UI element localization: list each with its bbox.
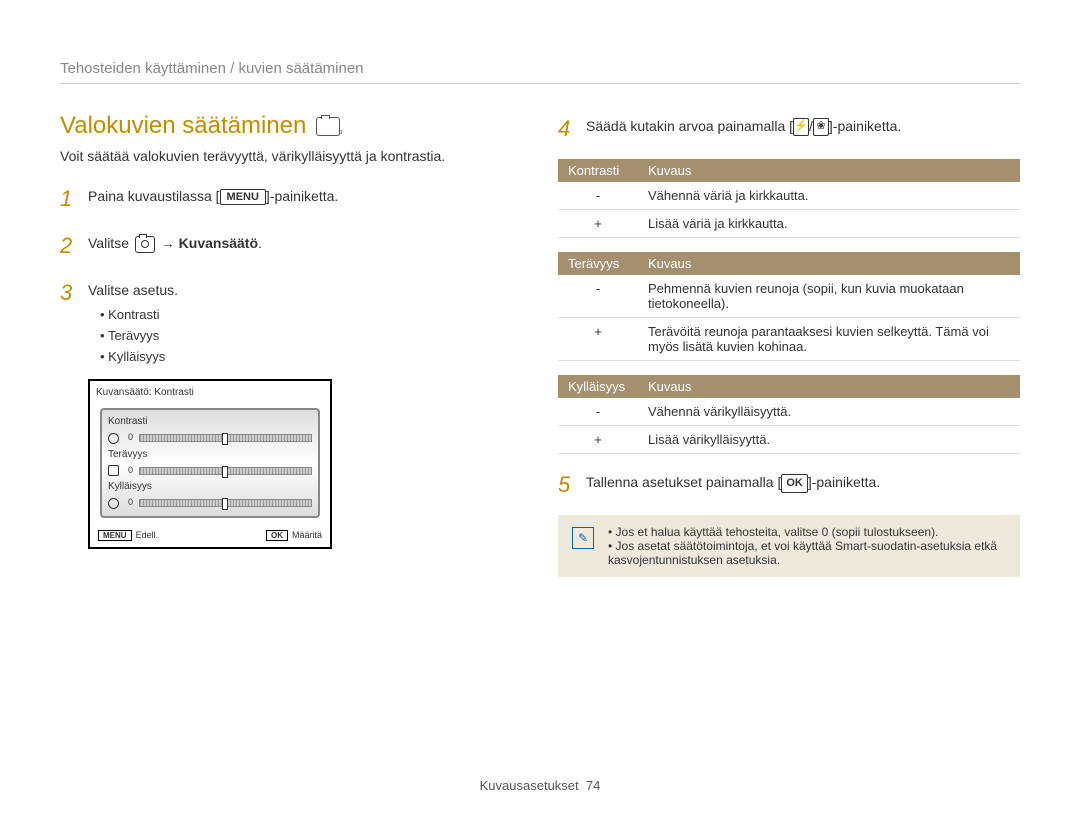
- step-3: 3 Valitse asetus. Kontrasti Terävyys Kyl…: [60, 276, 522, 549]
- arrow: →: [157, 235, 179, 251]
- step-text: Valitse: [88, 235, 133, 251]
- slider: [139, 467, 312, 475]
- desc: Vähennä väriä ja kirkkautta.: [638, 182, 1020, 210]
- th: Kuvaus: [638, 159, 1020, 182]
- slider-value: 0: [128, 496, 133, 510]
- step-number: 3: [60, 276, 76, 549]
- th: Kuvaus: [638, 252, 1020, 275]
- step-number: 2: [60, 229, 76, 262]
- slider-label: Terävyys: [108, 447, 312, 462]
- step-1: 1 Paina kuvaustilassa [MENU]-painiketta.: [60, 182, 522, 215]
- th: Kuvaus: [638, 375, 1020, 398]
- desc: Pehmennä kuvien reunoja (sopii, kun kuvi…: [638, 275, 1020, 318]
- step-text: Tallenna asetukset painamalla [: [586, 474, 781, 490]
- list-item: Kontrasti: [100, 305, 332, 326]
- th: Terävyys: [558, 252, 638, 275]
- step-bold: Kuvansäätö: [179, 235, 258, 251]
- step-5: 5 Tallenna asetukset painamalla [OK]-pai…: [558, 468, 1020, 501]
- symbol: +: [558, 210, 638, 238]
- slider: [139, 434, 312, 442]
- camera-mode-icon: p: [316, 117, 340, 136]
- camera-icon: [135, 236, 155, 253]
- note-item: Jos et halua käyttää tehosteita, valitse…: [608, 525, 1006, 539]
- step-number: 1: [60, 182, 76, 215]
- slider-panel: Kontrasti 0 Terävyys 0: [100, 408, 320, 518]
- macro-icon: ❀: [813, 118, 829, 136]
- step-4: 4 Säädä kutakin arvoa painamalla [⚡/❀]-p…: [558, 112, 1020, 145]
- th: Kylläisyys: [558, 375, 638, 398]
- slider: [139, 499, 312, 507]
- step-number: 4: [558, 112, 574, 145]
- left-column: Valokuvien säätäminen p Voit säätää valo…: [60, 112, 522, 577]
- list-item: Kylläisyys: [100, 347, 332, 368]
- desc: Lisää värikylläisyyttä.: [638, 426, 1020, 454]
- desc: Vähennä värikylläisyyttä.: [638, 398, 1020, 426]
- step-text: Paina kuvaustilassa [: [88, 188, 220, 204]
- info-icon: ✎: [572, 527, 594, 549]
- footer-label: Kuvausasetukset: [480, 778, 579, 793]
- list-item: Terävyys: [100, 326, 332, 347]
- page-footer: Kuvausasetukset 74: [0, 778, 1080, 793]
- right-column: 4 Säädä kutakin arvoa painamalla [⚡/❀]-p…: [558, 112, 1020, 577]
- sharpness-icon: [108, 465, 119, 476]
- slider-value: 0: [128, 464, 133, 478]
- symbol: -: [558, 182, 638, 210]
- saturation-table: KylläisyysKuvaus -Vähennä värikylläisyyt…: [558, 375, 1020, 454]
- back-label: Edell.: [136, 530, 159, 540]
- step-text: ]-painiketta.: [266, 188, 338, 204]
- menu-button-icon: MENU: [98, 530, 132, 541]
- ok-button-icon: OK: [781, 474, 808, 493]
- menu-button-icon: MENU: [220, 189, 266, 205]
- sharpness-table: TerävyysKuvaus -Pehmennä kuvien reunoja …: [558, 252, 1020, 361]
- saturation-icon: [108, 498, 119, 509]
- contrast-table: KontrastiKuvaus -Vähennä väriä ja kirkka…: [558, 159, 1020, 238]
- ok-button-icon: OK: [266, 530, 288, 541]
- desc: Terävöitä reunoja parantaaksesi kuvien s…: [638, 318, 1020, 361]
- flash-icon: ⚡: [793, 118, 809, 136]
- symbol: +: [558, 318, 638, 361]
- slider-value: 0: [128, 431, 133, 445]
- note-box: ✎ Jos et halua käyttää tehosteita, valit…: [558, 515, 1020, 577]
- step-2: 2 Valitse → Kuvansäätö.: [60, 229, 522, 262]
- contrast-icon: [108, 433, 119, 444]
- slider-label: Kontrasti: [108, 414, 312, 429]
- symbol: -: [558, 398, 638, 426]
- screenshot-title: Kuvansäätö: Kontrasti: [90, 381, 330, 404]
- desc: Lisää väriä ja kirkkautta.: [638, 210, 1020, 238]
- page-number: 74: [586, 778, 600, 793]
- step-text: ]-painiketta.: [829, 118, 901, 134]
- symbol: -: [558, 275, 638, 318]
- step-text: ]-painiketta.: [808, 474, 880, 490]
- step-text: Säädä kutakin arvoa painamalla [: [586, 118, 793, 134]
- step-text: Valitse asetus.: [88, 282, 178, 298]
- th: Kontrasti: [558, 159, 638, 182]
- symbol: +: [558, 426, 638, 454]
- option-list: Kontrasti Terävyys Kylläisyys: [88, 305, 332, 367]
- note-item: Jos asetat säätötoimintoja, et voi käytt…: [608, 539, 1006, 567]
- section-header: Tehosteiden käyttäminen / kuvien säätämi…: [60, 60, 1020, 84]
- slider-label: Kylläisyys: [108, 479, 312, 494]
- ok-label: Määritä: [292, 530, 322, 540]
- device-screenshot: Kuvansäätö: Kontrasti Kontrasti 0 Terävy…: [88, 379, 332, 549]
- page-title: Valokuvien säätäminen: [60, 112, 306, 140]
- step-text: .: [258, 235, 262, 251]
- intro-text: Voit säätää valokuvien terävyyttä, värik…: [60, 148, 522, 164]
- step-number: 5: [558, 468, 574, 501]
